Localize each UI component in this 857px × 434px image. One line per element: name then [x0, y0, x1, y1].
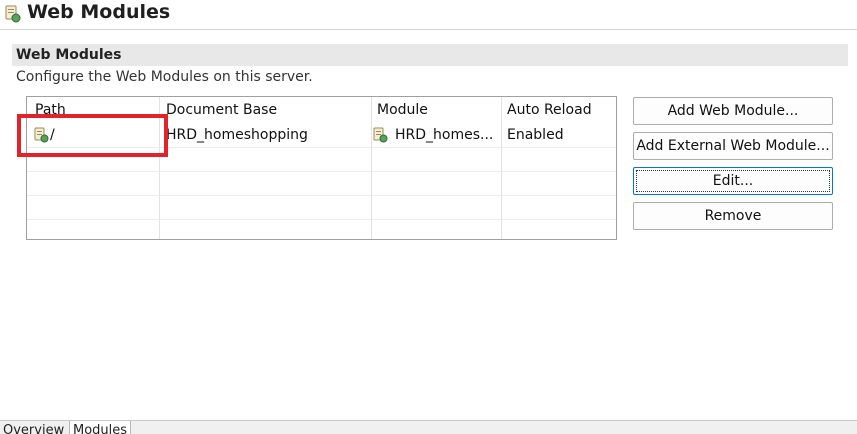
section-header[interactable]: Web Modules — [12, 44, 848, 66]
section-description: Configure the Web Modules on this server… — [16, 69, 313, 85]
remove-button[interactable]: Remove — [633, 202, 833, 230]
column-header-module[interactable]: Module — [377, 100, 428, 120]
page-title: Web Modules — [27, 1, 171, 23]
cell-auto-reload: Enabled — [507, 127, 564, 143]
cell-document-base: HRD_homeshopping — [166, 127, 308, 143]
column-header-auto-reload[interactable]: Auto Reload — [507, 100, 592, 120]
highlight-annotation — [17, 114, 168, 157]
tab-overview[interactable]: Overview — [3, 423, 64, 434]
edit-button[interactable]: Edit... — [633, 167, 833, 195]
cell-module: HRD_homes... — [395, 127, 494, 143]
add-external-web-module-button[interactable]: Add External Web Module... — [633, 132, 833, 160]
column-header-document-base[interactable]: Document Base — [166, 100, 277, 120]
module-icon — [373, 127, 388, 143]
server-module-icon — [5, 5, 21, 23]
add-web-module-button[interactable]: Add Web Module... — [633, 97, 833, 125]
focus-ring — [636, 170, 830, 192]
tab-modules[interactable]: Modules — [69, 421, 132, 434]
section-title: Web Modules — [16, 47, 122, 63]
editor-header: Web Modules — [0, 0, 857, 30]
editor-tabs: Overview Modules — [0, 420, 857, 434]
